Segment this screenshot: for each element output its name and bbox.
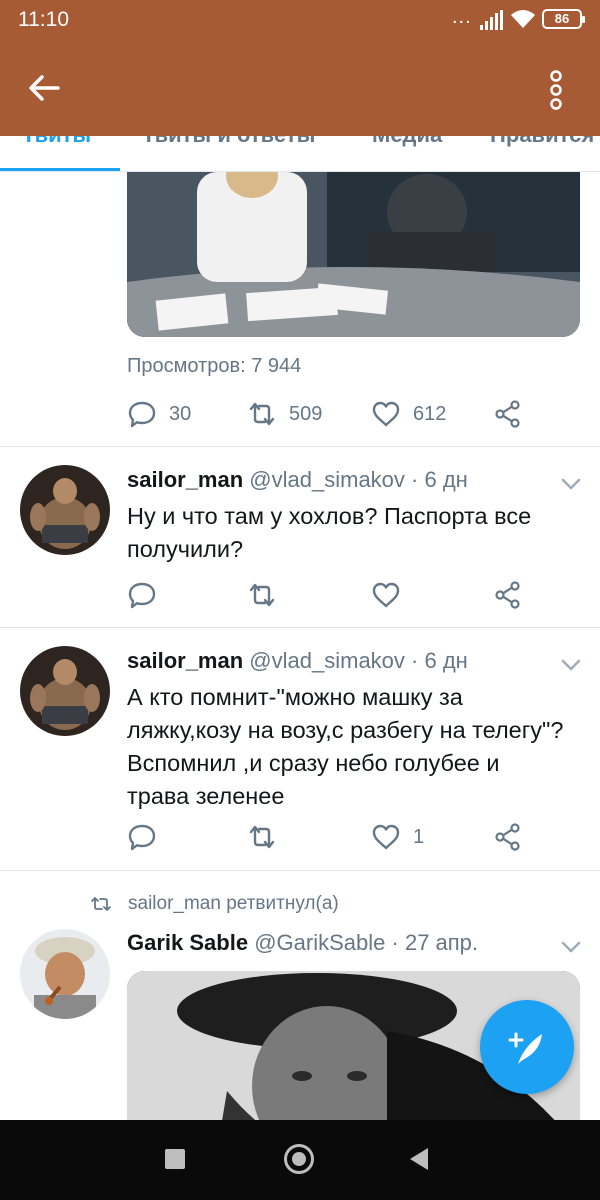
wifi-icon	[511, 10, 535, 28]
separator-dot: ·	[411, 467, 419, 492]
avatar[interactable]	[20, 929, 110, 1019]
tweet-actions: 30 509 612	[127, 396, 547, 432]
garik-avatar-image	[20, 929, 110, 1019]
tweet-actions	[127, 577, 547, 613]
retweet-button[interactable]: 509	[247, 396, 322, 432]
retweet-icon	[249, 402, 275, 426]
reply-count: 30	[169, 402, 192, 425]
tweet-time: 6 дн	[424, 648, 468, 673]
status-time: 11:10	[18, 8, 69, 31]
avatar[interactable]	[20, 465, 110, 555]
reply-icon	[128, 582, 156, 609]
tweet-time: 27 апр.	[404, 930, 479, 955]
tweet-feed[interactable]: Просмотров: 7 944 30 509 612 sailor_man …	[0, 172, 600, 1120]
like-count: 1	[413, 825, 425, 848]
home-icon[interactable]	[284, 1144, 314, 1174]
heart-icon	[372, 401, 400, 427]
retweet-icon	[249, 825, 275, 849]
avatar[interactable]	[20, 646, 110, 736]
reply-icon	[128, 824, 156, 851]
reply-button[interactable]	[127, 577, 157, 613]
notification-dots-icon: ...	[452, 6, 472, 28]
reply-button[interactable]	[127, 819, 157, 855]
tweet-header: sailor_man @vlad_simakov · 6 дн	[127, 467, 468, 493]
tweet-item[interactable]: sailor_man @vlad_simakov · 6 дн Ну и что…	[0, 447, 600, 627]
view-count: Просмотров: 7 944	[127, 355, 302, 377]
like-button[interactable]: 612	[371, 396, 446, 432]
author-handle[interactable]: @vlad_simakov	[249, 648, 405, 673]
tweet-header: Garik Sable @GarikSable · 27 апр.	[127, 930, 478, 956]
share-icon	[495, 400, 520, 428]
tweet-text: Ну и что там у хохлов? Паспорта все полу…	[127, 503, 532, 562]
retweet-button[interactable]	[247, 819, 277, 855]
separator-dot: ·	[411, 648, 419, 673]
chevron-down-icon[interactable]	[560, 658, 582, 672]
separator-dot: ·	[391, 930, 399, 955]
battery-level: 86	[554, 11, 570, 26]
retweet-small-icon	[91, 897, 111, 911]
back-triangle-icon[interactable]	[410, 1148, 428, 1170]
reply-icon	[128, 401, 156, 428]
author-name[interactable]: sailor_man	[127, 467, 243, 492]
tweet-text: А кто помнит-"можно машку за ляжку,козу …	[127, 684, 564, 809]
share-button[interactable]	[493, 577, 523, 613]
tweet-actions: 1	[127, 819, 547, 855]
battery-icon: 86	[542, 9, 585, 29]
heart-icon	[372, 582, 400, 608]
retweet-indicator: sailor_man ретвитнул(а)	[90, 893, 339, 915]
reply-button[interactable]: 30	[127, 396, 191, 432]
status-bar: 11:10 ... 86	[0, 0, 600, 40]
recent-apps-icon[interactable]	[165, 1149, 185, 1169]
share-button[interactable]	[493, 819, 523, 855]
share-icon	[495, 581, 520, 609]
news-studio-image	[127, 172, 580, 337]
compose-tweet-button[interactable]	[480, 1000, 574, 1094]
share-button[interactable]	[493, 396, 523, 432]
sailor-avatar-image	[20, 465, 110, 555]
chevron-down-icon[interactable]	[560, 477, 582, 491]
system-navigation-bar	[0, 1120, 600, 1200]
signal-icon	[480, 10, 503, 30]
sailor-avatar-image	[20, 646, 110, 736]
author-name[interactable]: sailor_man	[127, 648, 243, 673]
author-handle[interactable]: @GarikSable	[254, 930, 385, 955]
app-bar	[0, 40, 600, 136]
like-button[interactable]: 1	[371, 819, 424, 855]
heart-icon	[372, 824, 400, 850]
like-count: 612	[413, 402, 447, 425]
retweet-button[interactable]	[247, 577, 277, 613]
active-tab-indicator	[0, 168, 120, 171]
compose-feather-icon	[508, 1032, 542, 1064]
share-icon	[495, 823, 520, 851]
tweet-item[interactable]: sailor_man @vlad_simakov · 6 дн А кто по…	[0, 628, 600, 870]
more-options-icon[interactable]	[546, 70, 566, 110]
author-name[interactable]: Garik Sable	[127, 930, 248, 955]
video-thumbnail[interactable]	[127, 172, 580, 337]
tweet-time: 6 дн	[424, 467, 468, 492]
tweet-header: sailor_man @vlad_simakov · 6 дн	[127, 648, 468, 674]
retweet-label[interactable]: sailor_man ретвитнул(а)	[128, 893, 339, 915]
retweet-icon	[249, 583, 275, 607]
retweet-count: 509	[289, 402, 323, 425]
author-handle[interactable]: @vlad_simakov	[249, 467, 405, 492]
chevron-down-icon[interactable]	[560, 940, 582, 954]
back-arrow-icon[interactable]	[26, 72, 62, 104]
like-button[interactable]	[371, 577, 413, 613]
